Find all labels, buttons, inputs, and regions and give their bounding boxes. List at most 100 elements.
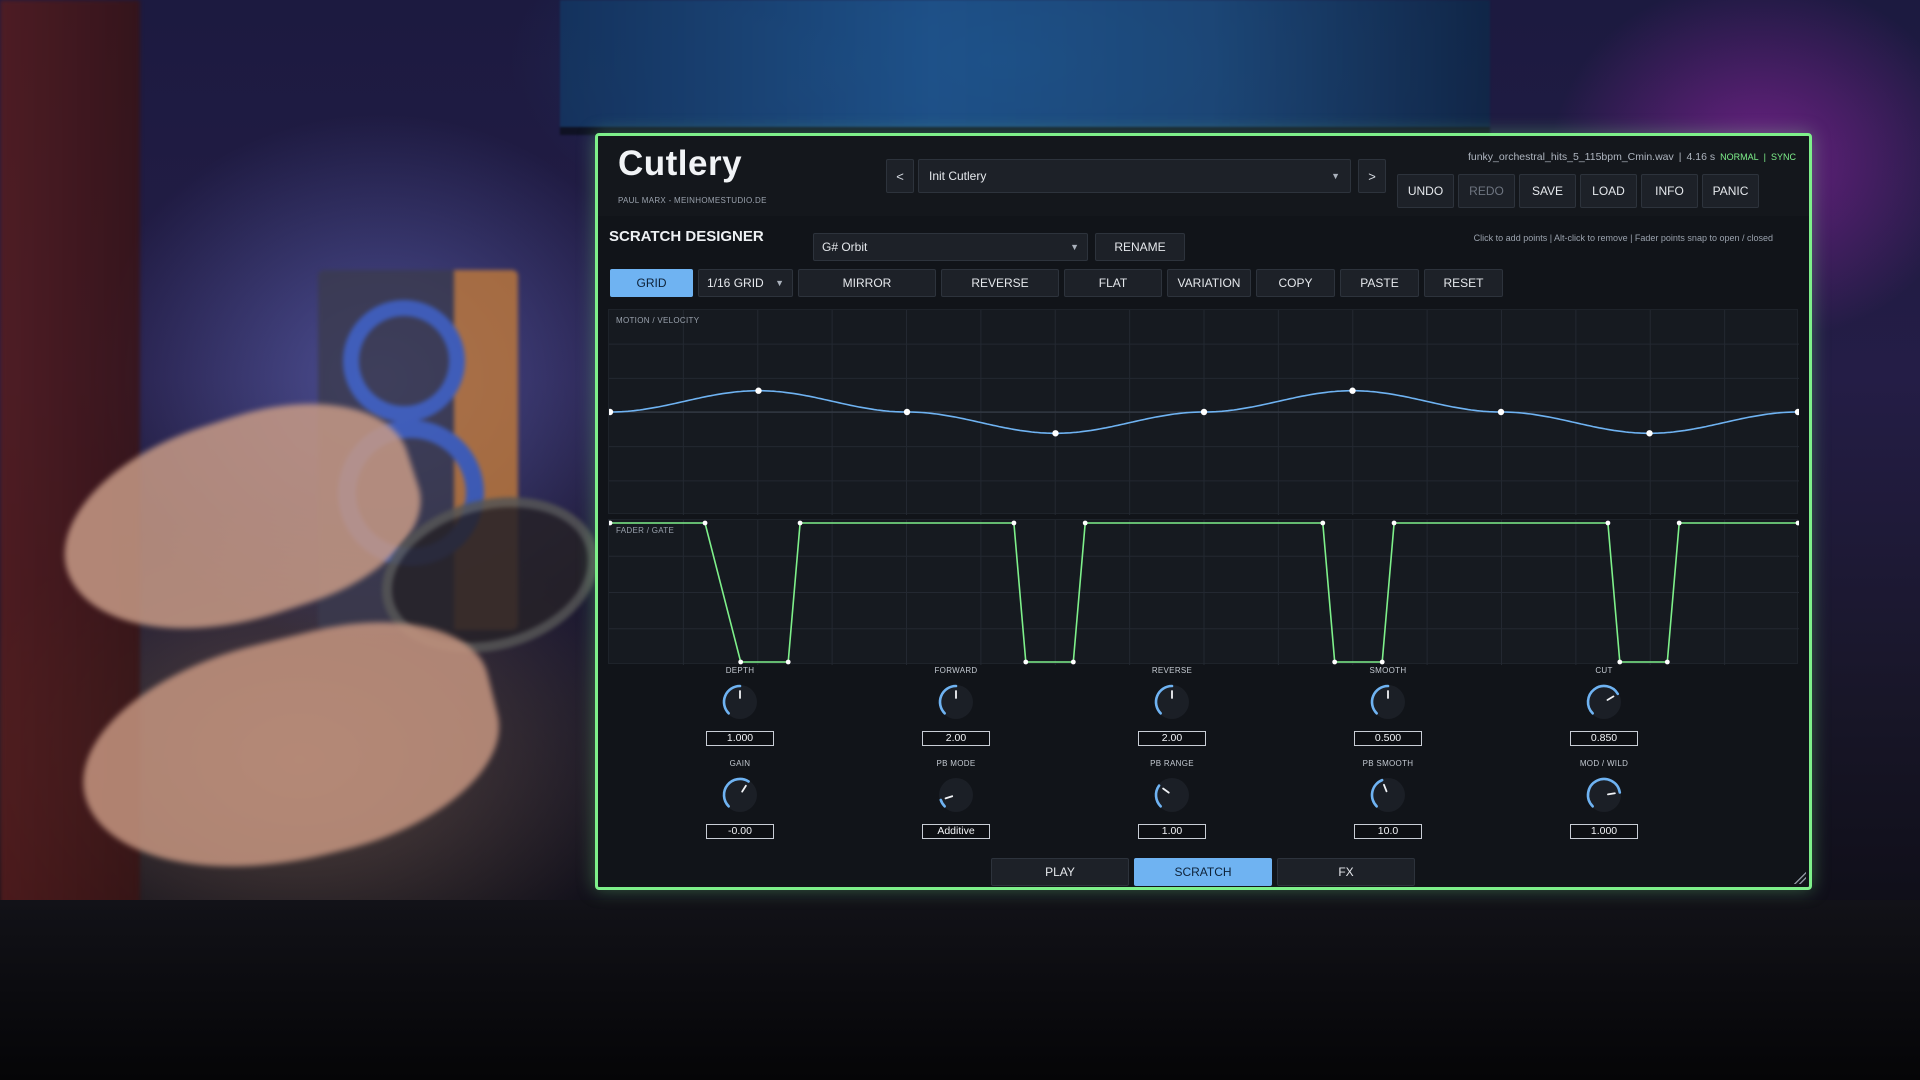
knob-pointer: [1607, 792, 1616, 796]
knob-dial[interactable]: [1152, 682, 1192, 722]
file-name: funky_orchestral_hits_5_115bpm_Cmin.wav: [1467, 151, 1674, 163]
mode-normal-toggle[interactable]: NORMAL: [1720, 152, 1759, 162]
knob-pb-smooth[interactable]: PB SMOOTH 10.0: [1328, 759, 1448, 839]
section-title: SCRATCH DESIGNER: [609, 228, 764, 245]
knob-dial[interactable]: [720, 775, 760, 815]
knob-dial[interactable]: [1368, 775, 1408, 815]
sync-toggle[interactable]: SYNC: [1771, 152, 1796, 162]
copy-button[interactable]: COPY: [1256, 269, 1335, 297]
knob-label: FORWARD: [934, 666, 978, 675]
mode-separator: |: [1763, 152, 1766, 162]
knob-dial[interactable]: [720, 682, 760, 722]
grid-size-select[interactable]: 1/16 GRID ▼: [698, 269, 793, 297]
knob-value-field[interactable]: 1.00: [1138, 824, 1206, 839]
fader-point: [1391, 520, 1397, 526]
knob-dial[interactable]: [1152, 775, 1192, 815]
preset-select[interactable]: Init Cutlery ▼: [918, 159, 1351, 193]
motion-point: [1052, 430, 1059, 437]
fader-point: [1605, 520, 1611, 526]
redo-button[interactable]: REDO: [1458, 174, 1515, 208]
knob-dial[interactable]: [936, 682, 976, 722]
knob-pb-mode[interactable]: PB MODE Additive: [896, 759, 1016, 839]
panic-button[interactable]: PANIC: [1702, 174, 1759, 208]
app-subtitle: PAUL MARX - MEINHOMESTUDIO.DE: [618, 196, 767, 205]
undo-button[interactable]: UNDO: [1397, 174, 1454, 208]
knob-label: PB RANGE: [1150, 759, 1194, 768]
knob-gain[interactable]: GAIN -0.00: [680, 759, 800, 839]
knob-depth[interactable]: DEPTH 1.000: [680, 666, 800, 746]
fader-gate-editor[interactable]: FADER / GATE: [608, 519, 1799, 665]
reset-button[interactable]: RESET: [1424, 269, 1503, 297]
knob-value-field[interactable]: 1.000: [706, 731, 774, 746]
load-button[interactable]: LOAD: [1580, 174, 1637, 208]
preset-next-button[interactable]: >: [1358, 159, 1386, 193]
motion-point: [1349, 387, 1356, 394]
rename-button[interactable]: RENAME: [1095, 233, 1185, 261]
resize-grip-icon[interactable]: [1794, 872, 1806, 884]
knob-value-field[interactable]: 1.000: [1570, 824, 1638, 839]
knob-dial[interactable]: [936, 775, 976, 815]
save-button[interactable]: SAVE: [1519, 174, 1576, 208]
motion-point: [1794, 408, 1799, 416]
motion-point: [903, 408, 911, 416]
fader-point: [738, 659, 744, 665]
fader-curve[interactable]: [609, 520, 1799, 665]
tab-scratch[interactable]: SCRATCH: [1134, 858, 1272, 886]
knob-forward[interactable]: FORWARD 2.00: [896, 666, 1016, 746]
knob-pb-range[interactable]: PB RANGE 1.00: [1112, 759, 1232, 839]
grid-size-value: 1/16 GRID: [707, 276, 764, 290]
fader-point: [1082, 520, 1088, 526]
knob-value-field[interactable]: 10.0: [1354, 824, 1422, 839]
editor-hint: Click to add points | Alt-click to remov…: [1473, 233, 1773, 243]
pattern-toolbar: GRID 1/16 GRID ▼ MIRROR REVERSE FLAT VAR…: [610, 269, 1503, 297]
knob-label: CUT: [1595, 666, 1613, 675]
knob-label: PB SMOOTH: [1362, 759, 1414, 768]
knob-value-field[interactable]: -0.00: [706, 824, 774, 839]
variation-button[interactable]: VARIATION: [1167, 269, 1251, 297]
motion-panel-label: MOTION / VELOCITY: [616, 316, 700, 325]
tab-fx[interactable]: FX: [1277, 858, 1415, 886]
knob-label: GAIN: [729, 759, 751, 768]
paste-button[interactable]: PASTE: [1340, 269, 1419, 297]
knob-dial[interactable]: [1584, 682, 1624, 722]
knob-reverse[interactable]: REVERSE 2.00: [1112, 666, 1232, 746]
knob-dial[interactable]: [1368, 682, 1408, 722]
knob-label: DEPTH: [725, 666, 755, 675]
header-buttons: UNDO REDO SAVE LOAD INFO PANIC: [1397, 174, 1759, 208]
motion-point: [1200, 408, 1208, 416]
fader-point: [785, 659, 791, 665]
pattern-select[interactable]: G# Orbit ▼: [813, 233, 1088, 261]
app-title: Cutlery: [618, 144, 743, 183]
knob-mod-wild[interactable]: MOD / WILD 1.000: [1544, 759, 1664, 839]
info-button[interactable]: INFO: [1641, 174, 1698, 208]
background-desk: [0, 900, 1920, 1080]
file-duration: 4.16 s: [1686, 151, 1716, 163]
motion-point: [609, 408, 614, 416]
knob-value-field[interactable]: 2.00: [922, 731, 990, 746]
knob-cut[interactable]: CUT 0.850: [1544, 666, 1664, 746]
knob-label: PB MODE: [936, 759, 976, 768]
motion-curve[interactable]: [609, 310, 1799, 515]
chevron-down-icon: ▼: [1070, 242, 1079, 252]
fader-point: [1023, 659, 1029, 665]
knob-value-field[interactable]: 0.500: [1354, 731, 1422, 746]
chevron-down-icon: ▼: [1331, 171, 1340, 181]
preset-prev-button[interactable]: <: [886, 159, 914, 193]
bottom-tabs: PLAY SCRATCH FX: [991, 858, 1415, 886]
knob-value-field[interactable]: Additive: [922, 824, 990, 839]
flat-button[interactable]: FLAT: [1064, 269, 1162, 297]
mirror-button[interactable]: MIRROR: [798, 269, 936, 297]
grid-toggle-button[interactable]: GRID: [610, 269, 693, 297]
knob-value-field[interactable]: 2.00: [1138, 731, 1206, 746]
knob-value-field[interactable]: 0.850: [1570, 731, 1638, 746]
file-info-separator: |: [1678, 151, 1682, 163]
fader-point: [1320, 520, 1326, 526]
pattern-name: G# Orbit: [822, 240, 868, 254]
knob-dial[interactable]: [1584, 775, 1624, 815]
reverse-button[interactable]: REVERSE: [941, 269, 1059, 297]
knob-smooth[interactable]: SMOOTH 0.500: [1328, 666, 1448, 746]
motion-velocity-editor[interactable]: MOTION / VELOCITY: [608, 309, 1799, 515]
motion-point: [755, 387, 762, 394]
tab-play[interactable]: PLAY: [991, 858, 1129, 886]
plugin-header: Cutlery PAUL MARX - MEINHOMESTUDIO.DE < …: [598, 136, 1809, 216]
